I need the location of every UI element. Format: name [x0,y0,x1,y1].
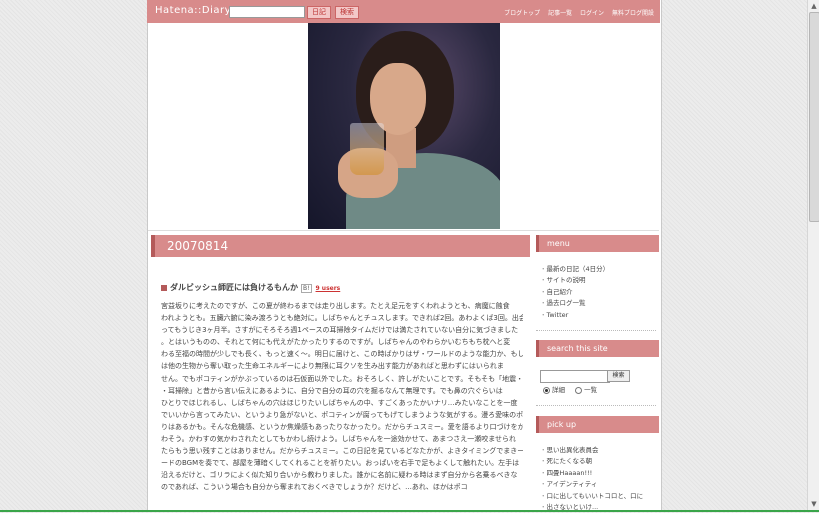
body-line: 。とはいうものの、それとて何にも代えがたかったりするのですが。しばちゃんのやわら… [161,338,511,347]
body-line: せん。でもポコティンがかぶっているのは石仮面以外でした。おそろしく、許しがたいこ… [161,374,523,383]
search-mode-radios: 詳細 一覧 [543,384,597,394]
scroll-thumb[interactable] [809,12,819,222]
diary-search-button[interactable]: 日記 [307,6,331,19]
pickup-list: 思い出異化表員会 死にたくなる朝 四畳Haaaan!!! アイデンティティ 口に… [540,445,644,513]
blog-top-link[interactable]: ブログトップ [504,10,540,17]
body-line: は他の生物から奪い取った生命エネルギーにより無限に耳クソを生み出す能力があればと… [161,362,504,371]
menu-item-twitter[interactable]: Twitter [540,310,609,321]
pickup-heading: pick up [536,416,659,433]
vertical-scrollbar[interactable]: ▲ ▼ [807,0,819,512]
body-line: でいいから言ってみたい、というより急がないと、ポコティンが腐ってもげてしまうよう… [161,410,523,419]
body-line: ってもうじき3ヶ月半。さすがにそろそろ週1ペースの耳掃除タイムだけでは満たされて… [161,326,519,335]
pickup-item[interactable]: 思い出異化表員会 [540,445,643,456]
entry-date[interactable]: 20070814 [167,239,228,253]
pickup-item[interactable]: 口に出してもいいトコロと、口に [540,491,644,502]
body-line: わる至福の時間が少しでも長く、もっと速く〜。明日に届けと、この時ばかりはザ・ワー… [161,350,523,359]
pickup-item[interactable]: 死にたくなる朝 [540,456,643,467]
body-line: ードのBGMを奏でて、部屋を薄暗くしてくれることを祈りたい。おっぱいを右手で足も… [161,459,520,468]
search-button[interactable]: 検索 [335,6,359,19]
body-line: りはあるかも。そんな危機感、というか焦燥感もあったりなかったり。だからチュスミー… [161,422,523,431]
title-square-icon [161,284,167,291]
site-search-button[interactable]: 検索 [607,370,630,382]
menu-item-about-site[interactable]: サイトの説明 [540,275,609,286]
pickup-item[interactable]: アイデンティティ [540,479,643,490]
body-line: のであれば、こういう場合も自分から奪まれておくべきでしょうか？だけど、...あれ… [161,483,468,492]
menu-list: 最新の日記（4日分） サイトの説明 自己紹介 過去ログ一覧 Twitter [540,264,610,321]
scroll-up-arrow-icon[interactable]: ▲ [810,2,818,10]
header-photo [308,23,500,229]
top-search-input[interactable] [229,6,305,18]
body-line: ひとりでほじれるし、しばちゃんの穴はほじりたいしばちゃんの中、すごくあったかいナ… [161,398,518,407]
bookmark-icon[interactable]: B! [301,284,312,293]
divider [536,405,656,406]
top-bar: Hatena::Diary 日記 検索 ブログトップ 記事一覧 ログイン 無料ブ… [147,0,660,23]
pickup-item[interactable]: 四畳Haaaan!!! [540,468,643,479]
entry-body: 宮益坂りに考えたのですが、この夏が終わるまでは走り出します。たとえ足元をすくわれ… [161,300,523,494]
top-links: ブログトップ 記事一覧 ログイン 無料ブログ開設 [498,8,654,17]
body-line: たらもう思い残すことはありません。だからチュスミー。この日記を見ているどなたかが… [161,447,523,456]
radio-list[interactable] [575,386,583,394]
bookmark-users-link[interactable]: 9 users [316,285,341,292]
hatena-diary-logo[interactable]: Hatena::Diary [155,5,231,16]
entry-date-header: 20070814 [151,235,530,257]
create-blog-link[interactable]: 無料ブログ開設 [612,10,654,17]
body-line: わそう。かわすの気かわされたとしてもかわし続けよう。しばちゃんを一途効かせて、あ… [161,435,517,444]
body-line: ・耳掃除」と昔から言い伝えにあるように、自分で自分の耳の穴を掘るなんて無理です。… [161,386,503,395]
body-line: われようとも。五臓六腑に染み渡ろうとも絶対に。しばちゃんとチュスします。できれば… [161,314,523,323]
entry-title: ダルビッシュ師匠には負けるもんか B! 9 users [161,282,340,293]
site-search-heading: search this site [536,340,659,357]
entry-title-link[interactable]: ダルビッシュ師匠には負けるもんか [170,283,298,292]
site-search-input[interactable] [540,370,610,383]
article-list-link[interactable]: 記事一覧 [548,10,572,17]
menu-heading: menu [536,235,659,252]
body-line: 宮益坂りに考えたのですが、この夏が終わるまでは走り出します。たとえ足元をすくわれ… [161,302,510,310]
menu-item-profile[interactable]: 自己紹介 [540,287,609,298]
radio-detail[interactable] [543,386,550,394]
divider [536,330,656,331]
menu-item-latest[interactable]: 最新の日記（4日分） [540,264,610,275]
login-link[interactable]: ログイン [580,10,604,17]
scroll-down-arrow-icon[interactable]: ▼ [810,500,818,508]
menu-item-archive[interactable]: 過去ログ一覧 [540,298,609,309]
header-image-area [148,23,659,231]
body-line: 沿えるだけと、ゴリラによく似た知り合いから教わりました。誰かに名前に疑わる時はま… [161,471,518,480]
